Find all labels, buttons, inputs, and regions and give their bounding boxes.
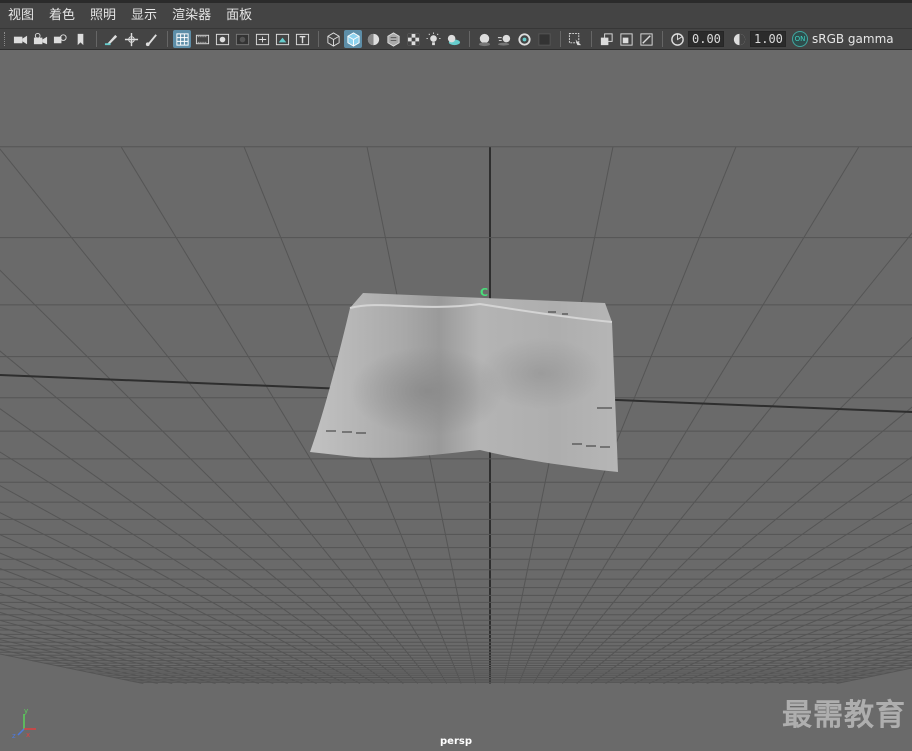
smooth-shade-icon[interactable] [344, 30, 362, 48]
cluster-handle[interactable]: C [480, 286, 488, 299]
textured-icon[interactable] [404, 30, 422, 48]
bookmark-icon[interactable] [51, 30, 69, 48]
menu-shading[interactable]: 着色 [41, 6, 82, 26]
xray-active-icon[interactable] [637, 30, 655, 48]
watermark: 最需教育 [782, 698, 906, 733]
toolbar-separator [560, 31, 561, 47]
perspective-viewport[interactable]: C y x z persp 最需教育 [0, 50, 912, 751]
isolate-select-icon[interactable] [566, 30, 584, 48]
view-transform-label[interactable]: sRGB gamma [812, 32, 894, 46]
use-lights-icon[interactable] [424, 30, 442, 48]
bounding-box-icon[interactable] [384, 30, 402, 48]
toolbar-separator [591, 31, 592, 47]
brush-icon[interactable] [142, 30, 160, 48]
gamma-icon[interactable] [730, 30, 748, 48]
film-gate-icon[interactable] [193, 30, 211, 48]
toolbar-separator [662, 31, 663, 47]
depth-of-field-icon[interactable] [535, 30, 553, 48]
axis-label-y: y [24, 707, 28, 715]
anti-aliasing-icon[interactable] [515, 30, 533, 48]
toolbar-grip[interactable] [4, 32, 7, 46]
camera-name-label: persp [440, 736, 472, 747]
safe-action-icon[interactable] [273, 30, 291, 48]
camera-attributes-icon[interactable] [31, 30, 49, 48]
field-chart-icon[interactable] [253, 30, 271, 48]
toolbar-separator [469, 31, 470, 47]
menu-show[interactable]: 显示 [123, 6, 164, 26]
toolbar-separator [318, 31, 319, 47]
safe-title-icon[interactable] [293, 30, 311, 48]
toolbar-separator [96, 31, 97, 47]
menu-view[interactable]: 视图 [0, 6, 41, 26]
exposure-icon[interactable] [668, 30, 686, 48]
cloth-mesh[interactable] [0, 50, 912, 751]
screen-space-ao-icon[interactable] [475, 30, 493, 48]
wireframe-icon[interactable] [324, 30, 342, 48]
menu-renderer[interactable]: 渲染器 [164, 6, 218, 26]
toolbar-separator [167, 31, 168, 47]
xray-joints-icon[interactable] [617, 30, 635, 48]
menu-lighting[interactable]: 照明 [82, 6, 123, 26]
gamma-field[interactable]: 1.00 [750, 31, 786, 47]
image-plane-icon[interactable] [71, 30, 89, 48]
grid-toggle-icon[interactable] [173, 30, 191, 48]
exposure-field[interactable]: 0.00 [688, 31, 724, 47]
shadows-icon[interactable] [444, 30, 462, 48]
gate-mask-icon[interactable] [233, 30, 251, 48]
menu-panels[interactable]: 面板 [218, 6, 259, 26]
color-management-toggle[interactable]: ON [792, 31, 808, 47]
flat-shade-icon[interactable] [364, 30, 382, 48]
xray-icon[interactable] [597, 30, 615, 48]
panel-menubar: 视图 着色 照明 显示 渲染器 面板 [0, 0, 912, 28]
select-camera-icon[interactable] [11, 30, 29, 48]
resolution-gate-icon[interactable] [213, 30, 231, 48]
panel-toolbar: 0.00 1.00 ON sRGB gamma [0, 28, 912, 50]
maya-panel: 视图 着色 照明 显示 渲染器 面板 0.00 1.00 ON sRGB gam… [0, 0, 912, 751]
transform-icon[interactable] [122, 30, 140, 48]
grease-pencil-icon[interactable] [102, 30, 120, 48]
motion-blur-icon[interactable] [495, 30, 513, 48]
